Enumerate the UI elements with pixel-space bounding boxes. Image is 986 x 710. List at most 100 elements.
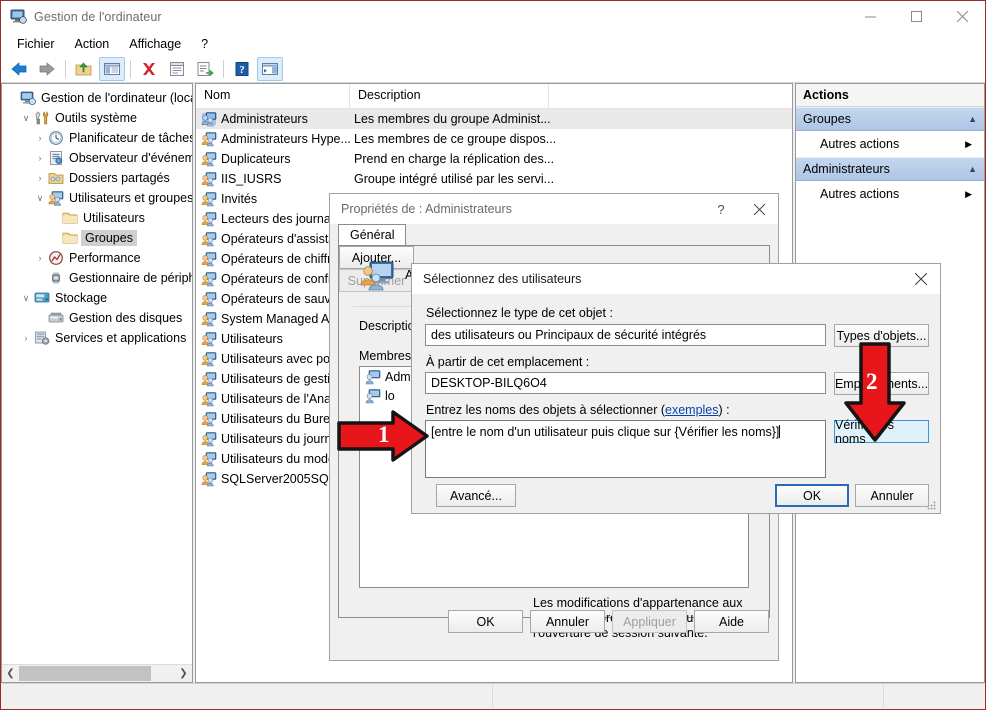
- action-item-1-0[interactable]: Autres actions ▶: [796, 181, 984, 207]
- properties-ok-button[interactable]: OK: [448, 610, 523, 633]
- status-cell-2: [493, 684, 884, 708]
- tree-expander-icon[interactable]: ›: [18, 333, 34, 343]
- action-item-label: Autres actions: [820, 137, 900, 151]
- show-hide-console-tree-icon[interactable]: [99, 56, 125, 81]
- examples-link[interactable]: exemples: [665, 403, 719, 417]
- tree-item-label: Utilisateurs: [83, 211, 145, 225]
- tree-item-3[interactable]: ›i Observateur d'événements: [2, 148, 193, 168]
- select-users-title: Sélectionnez des utilisateurs: [423, 272, 582, 286]
- group-icon: [201, 131, 217, 147]
- object-names-input[interactable]: [entre le nom d'un utilisateur puis cliq…: [425, 420, 826, 478]
- tree-item-4[interactable]: › Dossiers partagés: [2, 168, 192, 188]
- check-names-button[interactable]: Vérifier les noms: [834, 418, 929, 446]
- collapse-caret-icon[interactable]: ▲: [968, 164, 977, 174]
- tree-item-10[interactable]: ∨ Stockage: [2, 288, 192, 308]
- properties-help-action-button[interactable]: Aide: [694, 610, 769, 633]
- actions-group-header-0[interactable]: Groupes ▲: [796, 107, 984, 131]
- locations-button[interactable]: Emplacements...: [834, 372, 929, 395]
- group-icon: [201, 251, 217, 267]
- select-users-cancel-button[interactable]: Annuler: [855, 484, 929, 507]
- location-field[interactable]: DESKTOP-BILQ6O4: [425, 372, 826, 394]
- properties-dialog-controls: ?: [702, 194, 778, 224]
- tab-general[interactable]: Général: [338, 224, 407, 246]
- tree-expander-icon[interactable]: ∨: [18, 113, 34, 124]
- delete-icon[interactable]: [136, 57, 162, 81]
- tree-expander-icon[interactable]: ›: [32, 153, 48, 163]
- menu-affichage[interactable]: Affichage: [119, 34, 191, 54]
- menu-help[interactable]: ?: [191, 34, 218, 54]
- select-users-dialog: Sélectionnez des utilisateurs Sélectionn…: [411, 263, 941, 514]
- submenu-caret-icon: ▶: [965, 188, 972, 199]
- tree-expander-icon[interactable]: ›: [32, 253, 48, 263]
- properties-apply-button[interactable]: Appliquer: [612, 610, 687, 633]
- group-icon: [201, 371, 217, 387]
- group-icon: [201, 211, 217, 227]
- actions-group-header-1[interactable]: Administrateurs ▲: [796, 157, 984, 181]
- window-title: Gestion de l'ordinateur: [34, 9, 162, 24]
- scroll-right-icon[interactable]: ❯: [175, 665, 192, 682]
- group-icon: [201, 171, 217, 187]
- minimize-button[interactable]: [847, 1, 893, 32]
- actions-header: Actions: [796, 84, 984, 107]
- advanced-button[interactable]: Avancé...: [436, 484, 516, 507]
- scroll-left-icon[interactable]: ❮: [2, 665, 19, 682]
- tree-item-5[interactable]: ∨ Utilisateurs et groupes l: [2, 188, 192, 208]
- close-button[interactable]: [939, 1, 985, 32]
- table-row[interactable]: Administrateurs Les membres du groupe Adm…: [196, 109, 792, 129]
- forward-icon[interactable]: [34, 57, 60, 81]
- tree-expander-icon[interactable]: ›: [32, 173, 48, 183]
- status-bar: [2, 683, 984, 708]
- up-folder-icon[interactable]: [71, 57, 97, 81]
- tree-item-11[interactable]: Gestion des disques: [2, 308, 192, 328]
- properties-help-button[interactable]: ?: [702, 194, 740, 224]
- column-header-nom[interactable]: Nom: [196, 84, 350, 108]
- tree-expander-icon[interactable]: ∨: [18, 293, 34, 304]
- tree-item-1[interactable]: ∨ Outils système: [2, 108, 192, 128]
- collapse-caret-icon[interactable]: ▲: [968, 114, 977, 124]
- tree-item-2[interactable]: › Planificateur de tâches: [2, 128, 193, 148]
- tree-horizontal-scrollbar[interactable]: ❮ ❯: [2, 664, 192, 682]
- help-icon[interactable]: ?: [229, 57, 255, 81]
- column-header-description[interactable]: Description: [350, 84, 549, 108]
- properties-icon[interactable]: [164, 57, 190, 81]
- properties-close-button[interactable]: [740, 194, 778, 224]
- menu-fichier[interactable]: Fichier: [7, 34, 65, 54]
- select-users-close-button[interactable]: [902, 264, 940, 294]
- table-row[interactable]: Duplicateurs Prend en charge la réplicati…: [196, 149, 792, 169]
- tree-item-label: Stockage: [55, 291, 108, 305]
- actions-group-title: Groupes: [803, 112, 851, 126]
- tree-item-6[interactable]: Utilisateurs: [2, 208, 192, 228]
- location-label: À partir de cet emplacement :: [426, 355, 590, 369]
- object-types-button[interactable]: Types d'objets...: [834, 324, 929, 347]
- select-users-ok-button[interactable]: OK: [775, 484, 849, 507]
- action-item-0-0[interactable]: Autres actions ▶: [796, 131, 984, 157]
- table-row[interactable]: IIS_IUSRS Groupe intégré utilisé par les …: [196, 169, 792, 189]
- show-action-pane-icon[interactable]: [257, 56, 283, 81]
- group-icon: [201, 331, 217, 347]
- scroll-track[interactable]: [19, 665, 175, 682]
- maximize-button[interactable]: [893, 1, 939, 32]
- tree-item-12[interactable]: › Services et applications: [2, 328, 192, 348]
- group-name-cell: Administrateurs Hype...: [221, 132, 351, 146]
- computer-management-icon: [10, 8, 27, 25]
- properties-cancel-button[interactable]: Annuler: [530, 610, 605, 633]
- performance-icon: [48, 250, 65, 266]
- tree-expander-icon[interactable]: ›: [32, 133, 48, 143]
- tree-item-7[interactable]: Groupes: [2, 228, 192, 248]
- back-icon[interactable]: [6, 57, 32, 81]
- tree-item-9[interactable]: Gestionnaire de périphé: [2, 268, 192, 288]
- tree-item-8[interactable]: › Performance: [2, 248, 192, 268]
- scroll-thumb[interactable]: [19, 666, 151, 681]
- export-list-icon[interactable]: [192, 57, 218, 81]
- object-type-field[interactable]: des utilisateurs ou Principaux de sécuri…: [425, 324, 826, 346]
- tree-item-0[interactable]: Gestion de l'ordinateur (local): [2, 88, 192, 108]
- group-icon: [201, 191, 217, 207]
- tree-expander-icon[interactable]: ∨: [32, 193, 48, 204]
- actions-group-title: Administrateurs: [803, 162, 890, 176]
- table-row[interactable]: Administrateurs Hype... Les membres de ce…: [196, 129, 792, 149]
- devicemanager-icon: [48, 270, 65, 286]
- group-icon: [201, 311, 217, 327]
- menu-action[interactable]: Action: [65, 34, 120, 54]
- text-caret: [779, 425, 781, 438]
- resize-grip[interactable]: [927, 501, 937, 511]
